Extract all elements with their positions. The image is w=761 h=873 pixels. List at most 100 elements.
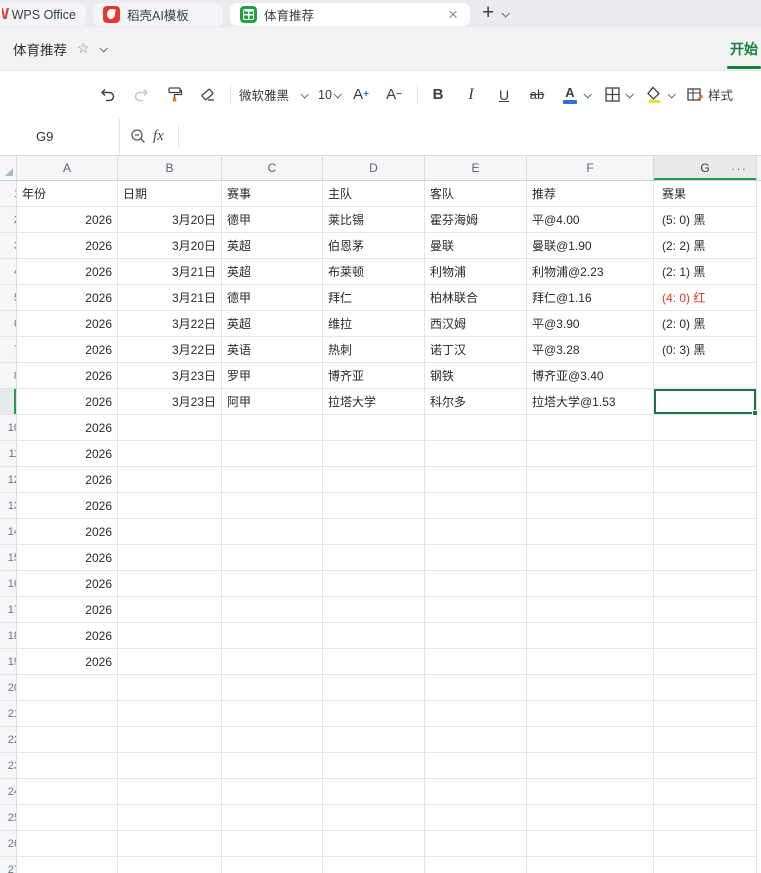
cell-F13[interactable] bbox=[527, 493, 654, 519]
cell-F21[interactable] bbox=[527, 701, 654, 727]
cell-D23[interactable] bbox=[323, 753, 425, 779]
cell-C10[interactable] bbox=[222, 415, 323, 441]
row-header-2[interactable]: 2 bbox=[0, 207, 17, 233]
cell-B13[interactable] bbox=[118, 493, 222, 519]
cell-A3[interactable]: 2026 bbox=[17, 233, 118, 259]
cell-E12[interactable] bbox=[425, 467, 527, 493]
cell-C15[interactable] bbox=[222, 545, 323, 571]
cell-D14[interactable] bbox=[323, 519, 425, 545]
cell-A6[interactable]: 2026 bbox=[17, 311, 118, 337]
name-box[interactable]: G9 bbox=[0, 118, 120, 155]
italic-button[interactable]: I bbox=[459, 81, 483, 109]
cell-A5[interactable]: 2026 bbox=[17, 285, 118, 311]
cell-E2[interactable]: 霍芬海姆 bbox=[425, 207, 527, 233]
cell-G27[interactable] bbox=[654, 857, 757, 873]
cell-C16[interactable] bbox=[222, 571, 323, 597]
cell-A9[interactable]: 2026 bbox=[17, 389, 118, 415]
cell-E11[interactable] bbox=[425, 441, 527, 467]
cell-F19[interactable] bbox=[527, 649, 654, 675]
strikethrough-button[interactable]: ab bbox=[525, 81, 549, 109]
cell-F24[interactable] bbox=[527, 779, 654, 805]
cell-E3[interactable]: 曼联 bbox=[425, 233, 527, 259]
cell-A14[interactable]: 2026 bbox=[17, 519, 118, 545]
cell-B17[interactable] bbox=[118, 597, 222, 623]
cell-D26[interactable] bbox=[323, 831, 425, 857]
fill-color-chevron-icon[interactable] bbox=[667, 89, 676, 99]
cell-F9[interactable]: 拉塔大学@1.53 bbox=[527, 389, 654, 415]
cell-A7[interactable]: 2026 bbox=[17, 337, 118, 363]
cell-C25[interactable] bbox=[222, 805, 323, 831]
cell-G5[interactable]: (4: 0) 红 bbox=[654, 285, 757, 311]
cell-D9[interactable]: 拉塔大学 bbox=[323, 389, 425, 415]
cell-D13[interactable] bbox=[323, 493, 425, 519]
cell-C14[interactable] bbox=[222, 519, 323, 545]
cell-B15[interactable] bbox=[118, 545, 222, 571]
cell-D3[interactable]: 伯恩茅 bbox=[323, 233, 425, 259]
cell-A13[interactable]: 2026 bbox=[17, 493, 118, 519]
borders-chevron-icon[interactable] bbox=[625, 89, 634, 99]
cell-G10[interactable] bbox=[654, 415, 757, 441]
cell-F1[interactable]: 推荐 bbox=[527, 181, 654, 207]
cell-D17[interactable] bbox=[323, 597, 425, 623]
cell-D6[interactable]: 维拉 bbox=[323, 311, 425, 337]
cell-F2[interactable]: 平@4.00 bbox=[527, 207, 654, 233]
row-header-13[interactable]: 13 bbox=[0, 493, 17, 519]
cell-E1[interactable]: 客队 bbox=[425, 181, 527, 207]
cell-B18[interactable] bbox=[118, 623, 222, 649]
cell-A23[interactable] bbox=[17, 753, 118, 779]
undo-button[interactable] bbox=[96, 81, 120, 109]
cell-G20[interactable] bbox=[654, 675, 757, 701]
cell-C20[interactable] bbox=[222, 675, 323, 701]
cell-E27[interactable] bbox=[425, 857, 527, 873]
cell-D18[interactable] bbox=[323, 623, 425, 649]
decrease-font-button[interactable]: A − bbox=[382, 81, 406, 109]
cell-F12[interactable] bbox=[527, 467, 654, 493]
cell-G1[interactable]: 赛果 bbox=[654, 181, 757, 207]
cell-C22[interactable] bbox=[222, 727, 323, 753]
cell-A8[interactable]: 2026 bbox=[17, 363, 118, 389]
tab-sports-sheet[interactable]: 体育推荐 × bbox=[230, 3, 470, 26]
cell-D8[interactable]: 博齐亚 bbox=[323, 363, 425, 389]
font-color-chevron-icon[interactable] bbox=[583, 89, 592, 99]
cell-E18[interactable] bbox=[425, 623, 527, 649]
redo-button[interactable] bbox=[129, 81, 153, 109]
cell-F25[interactable] bbox=[527, 805, 654, 831]
row-header-15[interactable]: 15 bbox=[0, 545, 17, 571]
cell-G18[interactable] bbox=[654, 623, 757, 649]
cell-C23[interactable] bbox=[222, 753, 323, 779]
column-header-A[interactable]: A bbox=[17, 156, 118, 180]
cell-E9[interactable]: 科尔多 bbox=[425, 389, 527, 415]
cell-E7[interactable]: 诺丁汉 bbox=[425, 337, 527, 363]
cell-G25[interactable] bbox=[654, 805, 757, 831]
cell-D4[interactable]: 布莱顿 bbox=[323, 259, 425, 285]
cell-F11[interactable] bbox=[527, 441, 654, 467]
cell-E8[interactable]: 钢铁 bbox=[425, 363, 527, 389]
cell-C9[interactable]: 阿甲 bbox=[222, 389, 323, 415]
cell-A19[interactable]: 2026 bbox=[17, 649, 118, 675]
column-header-D[interactable]: D bbox=[323, 156, 425, 180]
cell-G26[interactable] bbox=[654, 831, 757, 857]
cell-D21[interactable] bbox=[323, 701, 425, 727]
cell-C3[interactable]: 英超 bbox=[222, 233, 323, 259]
cell-G13[interactable] bbox=[654, 493, 757, 519]
increase-font-button[interactable]: A + bbox=[349, 81, 373, 109]
cell-G7[interactable]: (0: 3) 黑 bbox=[654, 337, 757, 363]
cell-F23[interactable] bbox=[527, 753, 654, 779]
column-header-F[interactable]: F bbox=[527, 156, 654, 180]
fill-handle[interactable] bbox=[752, 410, 758, 416]
font-size-select[interactable]: 10 bbox=[316, 81, 342, 109]
cell-A1[interactable]: 年份 bbox=[17, 181, 118, 207]
cell-D1[interactable]: 主队 bbox=[323, 181, 425, 207]
cell-B19[interactable] bbox=[118, 649, 222, 675]
cell-C24[interactable] bbox=[222, 779, 323, 805]
cell-G2[interactable]: (5: 0) 黑 bbox=[654, 207, 757, 233]
row-header-7[interactable]: 7 bbox=[0, 337, 17, 363]
tab-list-chevron-icon[interactable] bbox=[501, 8, 511, 18]
more-columns-button[interactable]: ··· bbox=[731, 156, 747, 181]
cell-D22[interactable] bbox=[323, 727, 425, 753]
cell-F16[interactable] bbox=[527, 571, 654, 597]
cell-B24[interactable] bbox=[118, 779, 222, 805]
cell-G19[interactable] bbox=[654, 649, 757, 675]
cell-E13[interactable] bbox=[425, 493, 527, 519]
cell-E14[interactable] bbox=[425, 519, 527, 545]
